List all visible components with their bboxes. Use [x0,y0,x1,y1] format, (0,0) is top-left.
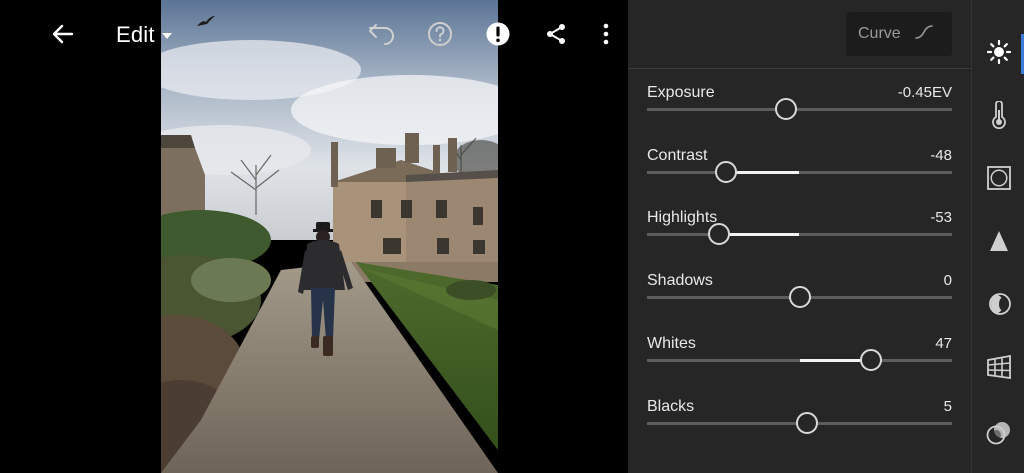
geometry-icon [986,354,1012,384]
highlights-slider-thumb[interactable] [707,223,730,246]
whites-value[interactable]: 47 [935,335,952,352]
adjustment-whites: Whites 47 [628,335,971,397]
whites-slider-track[interactable] [647,348,952,371]
blacks-slider-thumb[interactable] [796,411,819,434]
rail-optics-button[interactable] [972,281,1024,331]
mask-icon [986,420,1012,451]
vignette-icon [986,165,1011,195]
highlights-value[interactable]: -53 [930,209,952,226]
arrow-left-icon [50,21,76,47]
exposure-label: Exposure [647,84,715,101]
shadows-label: Shadows [647,272,713,290]
edit-mode-label: Edit [116,22,155,47]
highlights-slider-fill [718,233,800,237]
blacks-slider-track[interactable] [647,411,952,434]
rail-color-button[interactable] [972,92,1024,142]
curve-button[interactable]: Curve [846,12,952,56]
edit-mode-dropdown[interactable]: Edit [116,18,173,52]
shadows-slider-track[interactable] [647,286,952,309]
shadows-slider-thumb[interactable] [788,286,811,309]
photo[interactable] [161,0,498,473]
help-icon [427,21,453,47]
more-options-button[interactable] [589,17,623,51]
exposure-slider-track[interactable] [647,98,952,120]
light-adjustments-panel: Curve Exposure -0.45EV Contrast -48 Highligh… [628,0,971,473]
adjustment-contrast: Contrast -48 [628,147,971,209]
top-toolbar: Edit [0,0,628,70]
contrast-slider-track[interactable] [647,160,952,183]
panel-header: Curve [628,0,971,69]
detail-icon [989,230,1009,257]
more-vertical-icon [602,23,610,45]
blacks-value[interactable]: 5 [944,398,952,415]
rail-presets-button[interactable] [972,410,1024,460]
back-button[interactable] [46,17,80,51]
bird-silhouette [197,15,215,33]
rail-detail-button[interactable] [972,218,1024,268]
color-temperature-icon [989,99,1009,134]
contrast-label: Contrast [647,146,708,164]
light-icon [986,39,1012,70]
highlights-slider-track[interactable] [647,223,952,246]
shadows-value[interactable]: 0 [944,272,952,289]
alert-button[interactable] [481,17,515,51]
contrast-value[interactable]: -48 [930,147,952,164]
adjustment-exposure: Exposure -0.45EV [628,84,971,146]
share-button[interactable] [539,17,573,51]
blacks-label: Blacks [647,397,695,415]
undo-icon [367,21,397,47]
curve-label: Curve [858,25,901,42]
whites-slider-thumb[interactable] [860,348,883,371]
optics-icon [986,292,1012,321]
help-button[interactable] [423,17,457,51]
alert-icon [485,21,511,47]
contrast-slider-thumb[interactable] [715,160,738,183]
curve-icon [901,24,933,45]
adjustment-blacks: Blacks 5 [628,398,971,460]
whites-label: Whites [647,334,696,352]
rail-geometry-button[interactable] [972,344,1024,394]
undo-button[interactable] [365,17,399,51]
caret-down-icon [161,27,173,45]
exposure-slider-thumb[interactable] [774,98,797,120]
rail-light-button[interactable] [972,29,1024,79]
rail-effects-button[interactable] [972,155,1024,205]
contrast-slider-fill [726,170,800,174]
adjustment-highlights: Highlights -53 [628,209,971,271]
highlights-label: Highlights [647,209,718,227]
photo-canvas[interactable]: Edit [0,0,628,473]
adjustment-shadows: Shadows 0 [628,272,971,334]
exposure-value[interactable]: -0.45EV [898,84,952,101]
tool-rail [971,0,1024,473]
share-icon [544,22,568,46]
